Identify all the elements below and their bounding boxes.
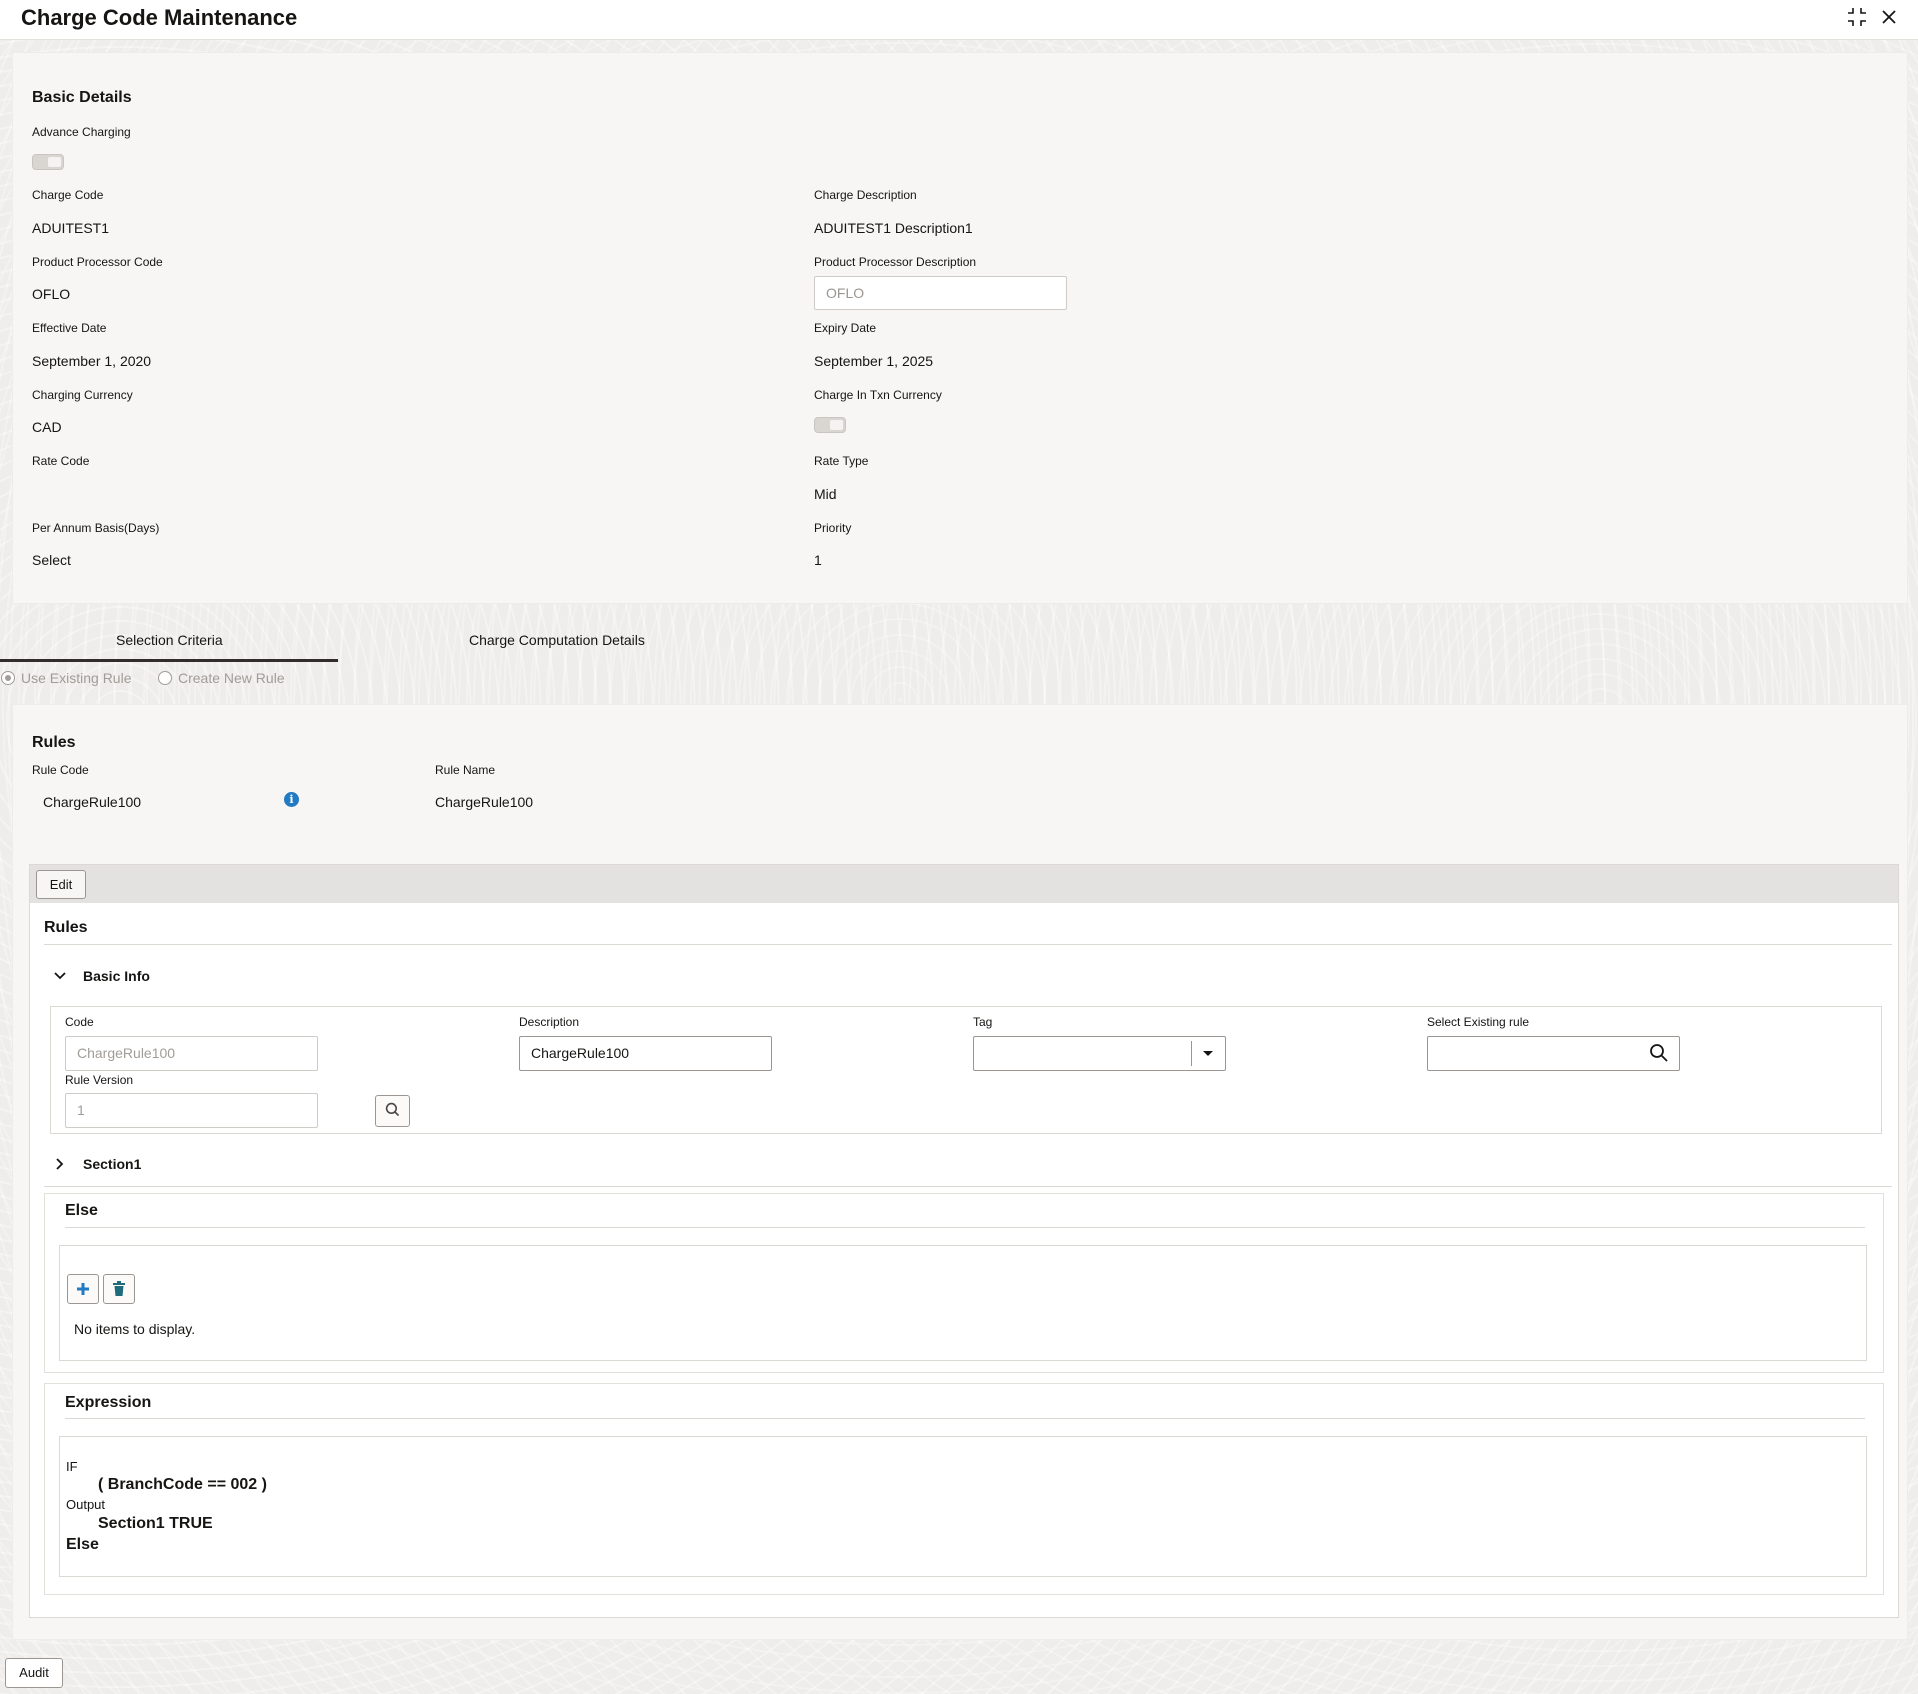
code-label: Code (65, 1015, 94, 1029)
charge-in-txn-currency-toggle[interactable] (814, 417, 846, 433)
else-empty-message: No items to display. (74, 1321, 196, 1337)
else-items-box: No items to display. (59, 1245, 1867, 1361)
divider (44, 944, 1892, 945)
chevron-right-icon[interactable] (53, 1157, 67, 1174)
basic-info-title: Basic Info (83, 968, 150, 984)
rule-name-value: ChargeRule100 (435, 794, 534, 810)
section-title-basic-details: Basic Details (32, 89, 132, 106)
tag-select[interactable] (973, 1036, 1226, 1071)
dialog-header: Charge Code Maintenance (0, 0, 1918, 40)
rule-version-label: Rule Version (65, 1073, 134, 1087)
tag-label: Tag (973, 1015, 993, 1029)
charging-currency-label: Charging Currency (32, 388, 133, 402)
select-existing-rule-input[interactable] (1427, 1036, 1680, 1071)
radio-create-new-rule[interactable]: Create New Rule (158, 670, 285, 686)
tab-charge-computation-details[interactable]: Charge Computation Details (469, 632, 645, 648)
rate-type-value: Mid (814, 486, 837, 502)
select-existing-rule-label: Select Existing rule (1427, 1015, 1530, 1029)
expression-if-keyword: IF (66, 1459, 78, 1474)
product-processor-code-label: Product Processor Code (32, 255, 163, 269)
description-label: Description (519, 1015, 580, 1029)
expiry-date-value: September 1, 2025 (814, 353, 934, 369)
priority-value: 1 (814, 552, 822, 568)
collapse-icon[interactable] (1845, 6, 1869, 30)
product-processor-code-value: OFLO (32, 286, 71, 302)
product-processor-description-input[interactable]: OFLO (814, 276, 1067, 310)
plus-icon (75, 1283, 91, 1301)
else-section: Else No items to display. (44, 1193, 1884, 1373)
info-icon[interactable]: i (284, 792, 299, 807)
rule-name-label: Rule Name (435, 763, 496, 777)
divider (44, 1186, 1892, 1187)
search-icon (385, 1102, 401, 1122)
radio-use-existing-rule[interactable]: Use Existing Rule (1, 670, 132, 686)
basic-info-box: Code ChargeRule100 Description ChargeRul… (50, 1006, 1882, 1134)
effective-date-label: Effective Date (32, 321, 107, 335)
product-processor-description-label: Product Processor Description (814, 255, 977, 269)
search-icon[interactable] (1649, 1043, 1669, 1066)
charge-code-label: Charge Code (32, 188, 104, 202)
charging-currency-value: CAD (32, 419, 62, 435)
radio-create-new-label: Create New Rule (178, 670, 285, 686)
rate-type-label: Rate Type (814, 454, 869, 468)
priority-label: Priority (814, 521, 852, 535)
tab-selection-criteria[interactable]: Selection Criteria (116, 632, 223, 648)
rule-version-input[interactable]: 1 (65, 1093, 318, 1128)
edit-button[interactable]: Edit (36, 870, 86, 899)
page-title: Charge Code Maintenance (21, 5, 298, 30)
radio-dot (158, 671, 172, 685)
basic-details-panel: Basic Details Advance Charging Charge Co… (12, 52, 1908, 604)
effective-date-value: September 1, 2020 (32, 353, 152, 369)
editor-rules-title: Rules (44, 919, 88, 936)
expression-output-value: Section1 TRUE (98, 1515, 213, 1532)
per-annum-basis-label: Per Annum Basis(Days) (32, 521, 160, 535)
rule-version-search-button[interactable] (375, 1095, 410, 1127)
else-title: Else (65, 1202, 98, 1219)
expression-title: Expression (65, 1394, 152, 1411)
close-icon[interactable] (1877, 6, 1901, 30)
advance-charging-label: Advance Charging (32, 125, 131, 139)
radio-use-existing-label: Use Existing Rule (21, 670, 132, 686)
rules-title: Rules (32, 734, 76, 751)
section1-title: Section1 (83, 1156, 142, 1172)
description-input[interactable]: ChargeRule100 (519, 1036, 772, 1071)
charge-code-value: ADUITEST1 (32, 220, 110, 236)
trash-icon (112, 1281, 126, 1301)
rule-editor: Edit Rules Basic Info Code ChargeRule100… (29, 864, 1899, 1618)
charge-description-label: Charge Description (814, 188, 917, 202)
rule-code-label: Rule Code (32, 763, 89, 777)
charge-description-value: ADUITEST1 Description1 (814, 220, 973, 236)
audit-button[interactable]: Audit (5, 1658, 63, 1688)
add-item-button[interactable] (67, 1274, 99, 1304)
expiry-date-label: Expiry Date (814, 321, 877, 335)
page: Charge Code Maintenance Basic Details Ad… (0, 0, 1918, 1694)
expression-section: Expression IF ( BranchCode == 002 ) Outp… (44, 1383, 1884, 1595)
editor-toolbar: Edit (30, 865, 1898, 903)
code-input[interactable]: ChargeRule100 (65, 1036, 318, 1071)
per-annum-basis-value: Select (32, 552, 71, 568)
expression-output-keyword: Output (66, 1497, 106, 1512)
divider (65, 1227, 1865, 1228)
advance-charging-toggle[interactable] (32, 154, 64, 170)
active-tab-indicator (0, 659, 338, 662)
rate-code-label: Rate Code (32, 454, 90, 468)
divider (65, 1418, 1865, 1419)
dropdown-divider (1191, 1041, 1192, 1066)
radio-dot-selected (1, 671, 15, 685)
expression-body: IF ( BranchCode == 002 ) Output Section1… (59, 1436, 1867, 1577)
charge-in-txn-currency-label: Charge In Txn Currency (814, 388, 942, 402)
expression-condition: ( BranchCode == 002 ) (98, 1476, 267, 1493)
expression-else-keyword: Else (66, 1536, 99, 1553)
delete-item-button[interactable] (103, 1274, 135, 1304)
rule-code-value: ChargeRule100 (43, 794, 142, 810)
chevron-down-icon[interactable] (53, 969, 67, 986)
caret-down-icon[interactable] (1200, 1045, 1216, 1064)
